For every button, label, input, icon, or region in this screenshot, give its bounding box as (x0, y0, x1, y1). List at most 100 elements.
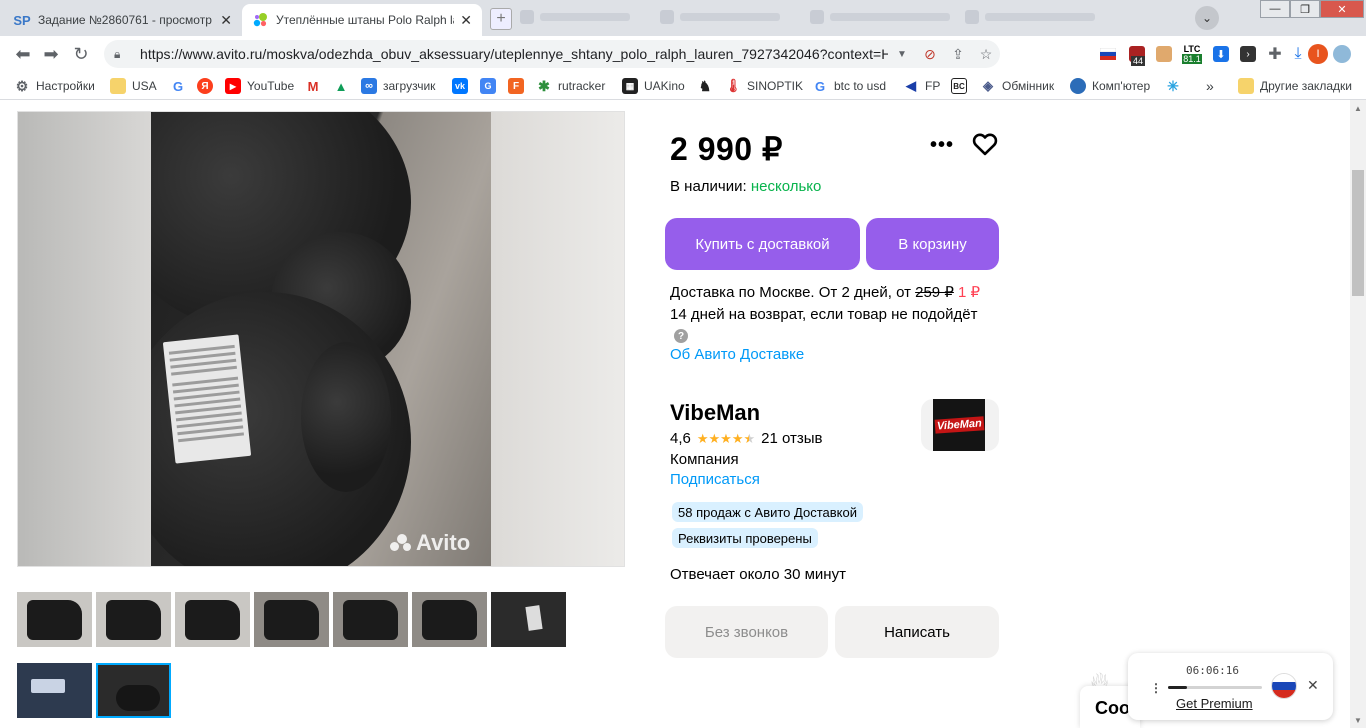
bookmarks-overflow-button[interactable]: » (1206, 77, 1214, 95)
bookmark-exchanger[interactable]: ◈ Обмінник (980, 77, 1054, 95)
avito-icon (252, 12, 268, 28)
share-icon[interactable]: ⇪ (944, 46, 972, 63)
bookmark-sinoptik[interactable]: 🌡︎ SINOPTIK (725, 77, 803, 95)
f-icon: F (508, 78, 524, 94)
bookmark-fp[interactable]: ◀ FP (903, 77, 940, 95)
add-to-cart-button[interactable]: В корзину (866, 218, 999, 270)
thumbnail[interactable] (412, 592, 487, 647)
folder-icon (110, 78, 126, 94)
bookmark-vk[interactable]: vk (452, 77, 468, 95)
scroll-up-icon[interactable]: ▲ (1350, 100, 1366, 116)
tab-task[interactable]: SP Задание №2860761 - просмотр з ✕ (4, 4, 242, 36)
maximize-button[interactable]: ❐ (1290, 0, 1320, 18)
thumbnail[interactable] (17, 592, 92, 647)
back-arrow-icon[interactable]: ⬅ (12, 44, 34, 64)
seller-name[interactable]: VibeMan (670, 400, 760, 426)
heart-icon[interactable] (971, 130, 999, 158)
background-tab[interactable] (520, 10, 630, 24)
bookmark-translate[interactable]: G (480, 77, 496, 95)
no-calls-button[interactable]: Без звонков (665, 606, 828, 658)
thumbnail[interactable] (333, 592, 408, 647)
background-tab[interactable] (810, 10, 950, 24)
face-extension-icon[interactable] (1154, 44, 1174, 64)
youtube-icon: ▶ (225, 78, 241, 94)
tab-strip: SP Задание №2860761 - просмотр з ✕ Утепл… (0, 0, 1366, 36)
seller-logo[interactable]: VibeMan (921, 399, 999, 451)
avito-watermark: Avito (390, 530, 470, 556)
main-photo[interactable]: Avito (17, 111, 625, 567)
puzzle-extensions-icon[interactable]: ✚ (1265, 44, 1285, 64)
thumbnail[interactable] (175, 592, 250, 647)
more-options-icon[interactable]: ••• (930, 134, 954, 157)
page-scrollbar[interactable]: ▲ ▼ (1350, 100, 1366, 728)
vk-icon: vk (452, 78, 468, 94)
thumbnail[interactable] (254, 592, 329, 647)
sp-favicon-icon: SP (13, 12, 31, 28)
thumbnail[interactable] (17, 663, 92, 718)
russia-flag-icon[interactable] (1098, 44, 1118, 64)
reviews-link[interactable]: 21 отзыв (761, 430, 822, 447)
background-tab[interactable] (965, 10, 1095, 24)
address-bar[interactable]: 🔒︎ https://www.avito.ru/moskva/odezhda_o… (104, 40, 1000, 68)
seller-type: Компания (670, 451, 739, 468)
bookmark-computer[interactable]: Комп'ютер (1070, 77, 1150, 95)
bookmark-bc[interactable]: BC (951, 77, 967, 95)
sparkle-icon: ✳ (1167, 77, 1179, 94)
bookmark-star[interactable]: ✳ (1165, 77, 1181, 95)
blocked-icon[interactable]: ⊘ (916, 46, 944, 63)
get-premium-link[interactable]: Get Premium (1176, 696, 1253, 711)
profile-avatar[interactable]: I (1308, 44, 1328, 64)
write-message-button[interactable]: Написать (835, 606, 999, 658)
extension-badge-icon[interactable]: 44 (1127, 44, 1147, 66)
tab-search-chevron-icon[interactable]: ⌄ (1195, 6, 1219, 30)
bookmark-loader[interactable]: ∞ загрузчик (361, 77, 435, 95)
ltc-price-icon[interactable]: LTC 81.1 (1180, 44, 1204, 64)
tab-avito[interactable]: Утеплённые штаны Polo Ralph lau ✕ (242, 4, 482, 36)
return-policy: 14 дней на возврат, если товар не подойд… (670, 306, 978, 323)
bookmark-youtube[interactable]: ▶ YouTube (225, 77, 294, 95)
russia-flag-icon[interactable] (1271, 673, 1297, 699)
widget-menu-icon[interactable]: ⋮ (1150, 681, 1162, 695)
close-window-button[interactable]: ✕ (1320, 0, 1364, 18)
help-icon[interactable]: ? (674, 329, 688, 343)
bookmark-chess[interactable]: ♞ (697, 77, 713, 95)
thumbnail[interactable] (491, 592, 566, 647)
scroll-thumb[interactable] (1352, 170, 1364, 296)
tab-close-icon[interactable]: ✕ (460, 12, 472, 29)
extension-globe-icon[interactable] (1332, 44, 1352, 64)
downloads-icon[interactable]: ⤓ (1288, 44, 1308, 64)
bookmark-other[interactable]: Другие закладки (1238, 77, 1352, 95)
bookmark-usa[interactable]: USA (110, 77, 157, 95)
google-icon: G (814, 78, 826, 94)
verified-badge: Реквизиты проверены (672, 528, 818, 548)
bookmark-btc[interactable]: Gbtc to usd (812, 77, 886, 95)
background-tab[interactable] (660, 10, 780, 24)
forward-arrow-icon[interactable]: ➡ (40, 44, 62, 64)
about-delivery-link[interactable]: Об Авито Доставке (670, 346, 804, 363)
thumbnail-selected[interactable] (96, 663, 171, 718)
scroll-down-icon[interactable]: ▼ (1350, 712, 1366, 728)
bookmark-rutracker[interactable]: ✱ rutracker (536, 77, 605, 95)
film-icon: ▦ (622, 78, 638, 94)
widget-close-icon[interactable]: ✕ (1307, 677, 1319, 694)
bookmark-star-icon[interactable]: ☆ (972, 46, 1000, 63)
download-extension-icon[interactable]: ⬇ (1211, 44, 1231, 64)
buy-with-delivery-button[interactable]: Купить с доставкой (665, 218, 860, 270)
dropdown-icon[interactable]: ▼ (888, 49, 916, 60)
widget-progress[interactable] (1168, 686, 1262, 689)
bookmark-f[interactable]: F (508, 77, 524, 95)
url-text[interactable]: https://www.avito.ru/moskva/odezhda_obuv… (140, 46, 888, 62)
terminal-extension-icon[interactable]: › (1238, 44, 1258, 64)
bookmark-uakino[interactable]: ▦ UAKino (622, 77, 685, 95)
bookmark-google[interactable]: G (170, 77, 186, 95)
new-tab-button[interactable]: + (490, 8, 512, 30)
bookmark-yandex[interactable]: Я (197, 77, 213, 95)
bookmark-gmail[interactable]: M (305, 77, 321, 95)
reload-icon[interactable]: ↻ (70, 44, 92, 64)
tab-close-icon[interactable]: ✕ (220, 12, 232, 29)
bookmark-settings[interactable]: ⚙ Настройки (14, 77, 95, 95)
minimize-button[interactable]: — (1260, 0, 1290, 18)
bookmark-drive[interactable]: ▲ (333, 77, 349, 95)
thumbnail[interactable] (96, 592, 171, 647)
subscribe-link[interactable]: Подписаться (670, 471, 760, 488)
